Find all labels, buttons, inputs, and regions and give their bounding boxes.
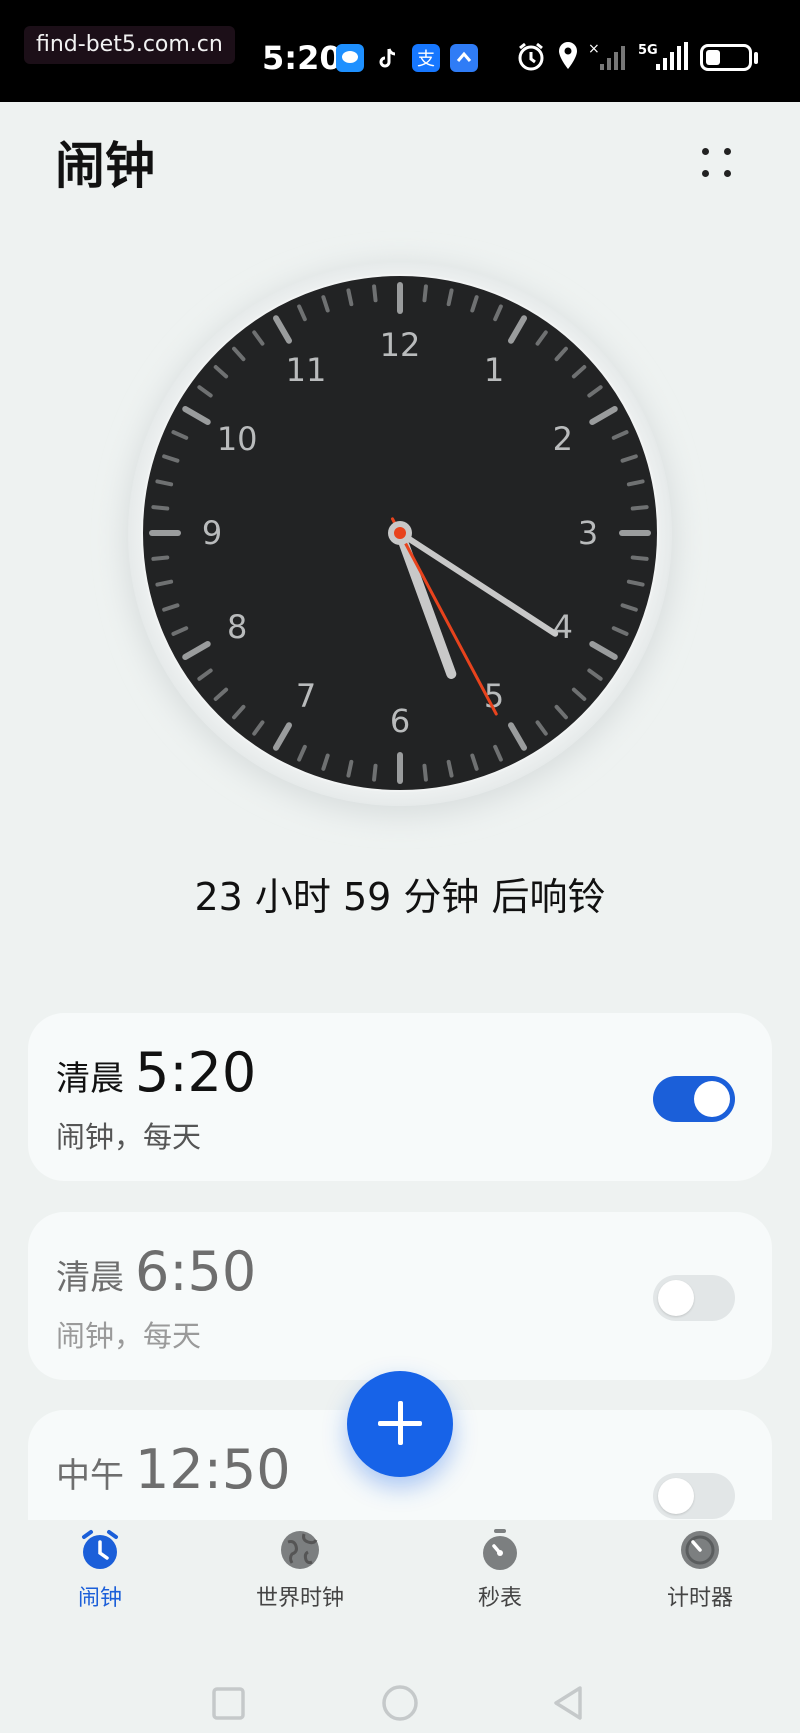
alarm-period: 清晨	[56, 1059, 124, 1099]
alarm-card[interactable]: 清晨 6:50 闹钟，每天	[28, 1212, 772, 1380]
clock-numeral: 6	[390, 702, 410, 740]
tab-label: 秒表	[477, 1586, 522, 1611]
clock-tick	[372, 763, 378, 782]
alarm-card[interactable]: 清晨 5:20 闹钟，每天	[28, 1013, 772, 1181]
clock-numeral: 2	[553, 420, 573, 458]
clock-tick	[346, 288, 354, 307]
alarm-toggle[interactable]	[653, 1076, 735, 1122]
timer-icon	[681, 1531, 719, 1569]
tab-stopwatch[interactable]: 秒表	[420, 1528, 580, 1628]
add-alarm-button[interactable]	[347, 1371, 453, 1477]
clock-tick	[446, 288, 454, 307]
recent-apps-icon	[212, 1687, 245, 1720]
tab-alarm[interactable]: 闹钟	[20, 1528, 180, 1628]
clock-numeral: 10	[217, 420, 258, 458]
clock-numeral: 7	[296, 677, 316, 715]
back-icon	[554, 1686, 582, 1720]
alarm-clock-icon	[82, 1530, 118, 1569]
clock-tick	[151, 555, 170, 561]
plus-icon-stroke	[398, 1401, 403, 1445]
ring-countdown: 23 小时 59 分钟 后响铃	[194, 875, 606, 919]
stopwatch-icon	[483, 1529, 517, 1570]
tab-label: 闹钟	[77, 1586, 122, 1611]
clock-tick	[422, 284, 428, 303]
clock-tick	[626, 479, 645, 487]
alarm-subtitle: 闹钟，每天	[56, 1319, 202, 1353]
clock-numeral: 11	[286, 351, 327, 389]
analog-clock: 121234567891011	[124, 262, 676, 816]
clock-tick	[155, 579, 174, 587]
clock-tick	[346, 759, 354, 778]
alarm-subtitle: 闹钟，每天	[56, 1120, 202, 1154]
alarm-time: 5:20	[135, 1041, 257, 1104]
system-nav	[212, 1685, 582, 1721]
clock-numeral: 9	[202, 514, 222, 552]
clock-tick	[151, 505, 170, 511]
globe-icon	[281, 1531, 319, 1569]
alarm-time: 6:50	[135, 1240, 257, 1303]
alarm-toggle[interactable]	[653, 1275, 735, 1321]
clock-numeral: 12	[380, 326, 421, 364]
clock-tick	[630, 505, 649, 511]
clock-tick	[372, 284, 378, 303]
clock-numeral: 1	[484, 351, 504, 389]
clock-hub-center	[394, 527, 406, 539]
clock-numeral: 4	[553, 608, 573, 646]
alarm-period: 中午	[56, 1456, 124, 1496]
clock-tick	[422, 763, 428, 782]
alarm-toggle[interactable]	[653, 1473, 735, 1519]
tab-timer[interactable]: 计时器	[620, 1528, 780, 1628]
clock-numeral: 8	[227, 608, 247, 646]
tab-label: 计时器	[666, 1586, 733, 1611]
clock-tick	[155, 479, 174, 487]
tab-world-clock[interactable]: 世界时钟	[220, 1528, 380, 1628]
bottom-nav: 闹钟 世界时钟 秒表 计时器	[0, 1520, 800, 1630]
alarm-period: 清晨	[56, 1258, 124, 1298]
alarm-time: 12:50	[135, 1438, 291, 1501]
clock-tick	[630, 555, 649, 561]
tab-label: 世界时钟	[255, 1586, 344, 1611]
clock-numeral: 3	[578, 514, 598, 552]
clock-tick	[626, 579, 645, 587]
home-icon	[382, 1685, 418, 1721]
clock-tick	[446, 759, 454, 778]
